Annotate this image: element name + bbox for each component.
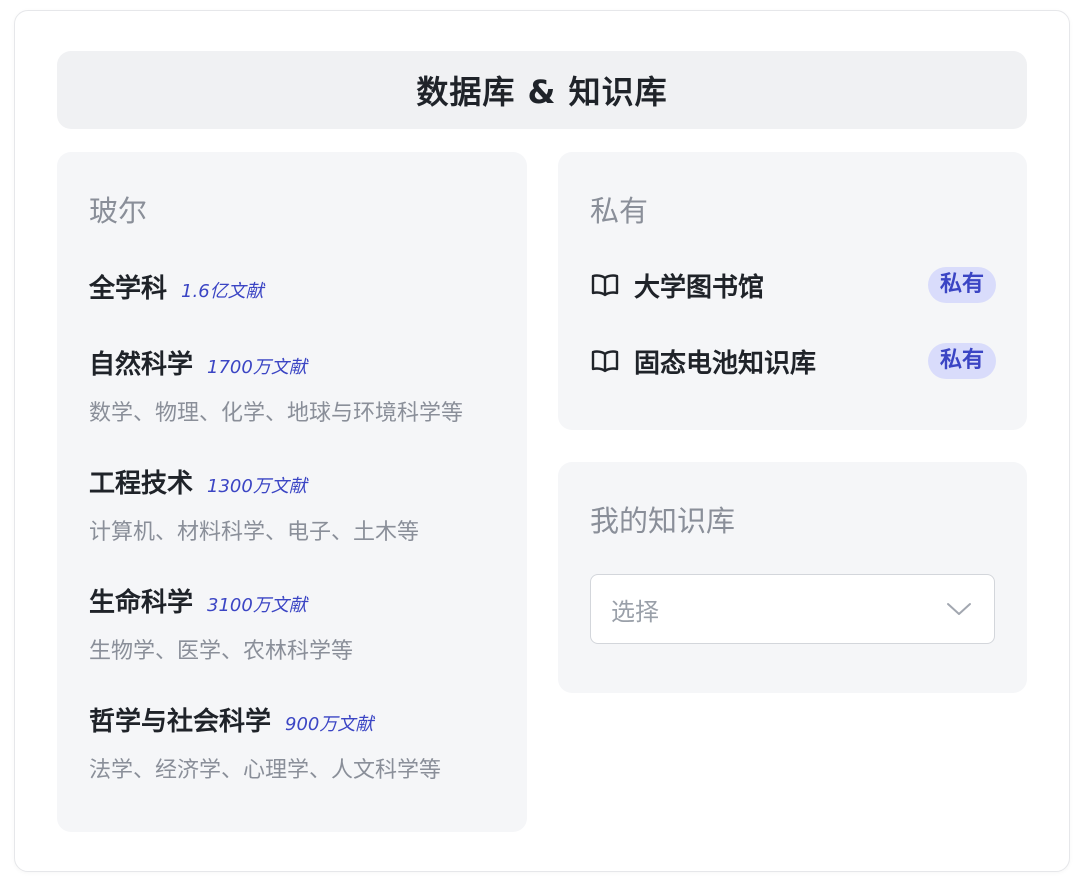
page-title: 数据库 & 知识库 [416,73,668,111]
subject-name: 全学科 [89,274,168,304]
subject-name: 工程技术 [89,469,194,499]
subject-count: 900万文献 [285,714,374,735]
bohr-section-title: 玻尔 [89,194,148,228]
my-kb-section-title: 我的知识库 [590,504,736,538]
book-open-icon [590,272,620,298]
kb-select[interactable]: 选择 [590,574,995,644]
subject-all[interactable]: 全学科 1.6亿文献 [89,268,264,305]
subject-count: 3100万文献 [207,595,307,616]
subject-count: 1.6亿文献 [181,281,264,302]
kb-item-solid-state-battery[interactable]: 固态电池知识库 私有 [590,341,996,381]
subject-description: 计算机、材料科学、电子、土木等 [89,520,420,545]
subject-social-science[interactable]: 哲学与社会科学 900万文献 法学、经济学、心理学、人文科学等 [89,701,441,784]
subject-engineering[interactable]: 工程技术 1300万文献 计算机、材料科学、电子、土木等 [89,463,419,546]
private-panel: 私有 大学图书馆 私有 固态电池知识库 私有 [558,152,1027,430]
subject-name: 自然科学 [89,350,194,380]
kb-name: 大学图书馆 [634,272,765,303]
my-kb-panel: 我的知识库 选择 [558,462,1027,693]
subject-count: 1700万文献 [207,357,307,378]
private-section-title: 私有 [590,194,649,228]
kb-item-university-library[interactable]: 大学图书馆 私有 [590,265,996,305]
subject-name: 生命科学 [89,588,194,618]
select-placeholder: 选择 [611,597,659,626]
subject-natural-science[interactable]: 自然科学 1700万文献 数学、物理、化学、地球与环境科学等 [89,344,463,427]
subject-count: 1300万文献 [207,476,307,497]
book-open-icon [590,348,620,374]
subject-description: 法学、经济学、心理学、人文科学等 [89,758,442,783]
subject-description: 数学、物理、化学、地球与环境科学等 [89,401,464,426]
private-badge: 私有 [927,267,996,303]
bohr-panel: 玻尔 全学科 1.6亿文献 自然科学 1700万文献 数学、物理、化学、地球与环… [57,152,527,832]
private-badge: 私有 [927,343,996,379]
subject-name: 哲学与社会科学 [89,707,272,737]
subject-description: 生物学、医学、农林科学等 [89,639,354,664]
kb-name: 固态电池知识库 [634,348,817,379]
chevron-down-icon [946,601,972,617]
card-header: 数据库 & 知识库 [57,51,1027,129]
subject-life-science[interactable]: 生命科学 3100万文献 生物学、医学、农林科学等 [89,582,353,665]
